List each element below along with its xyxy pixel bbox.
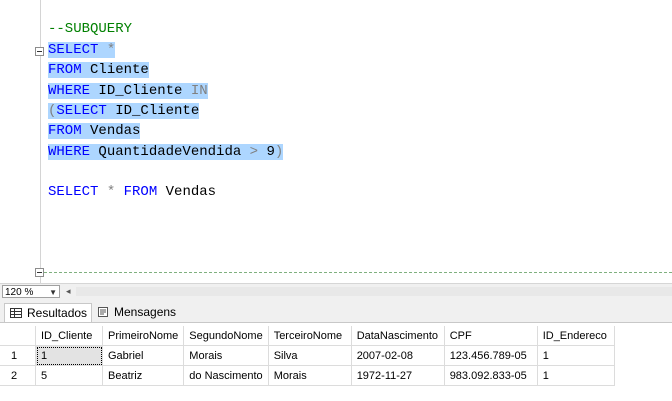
zoom-dropdown[interactable]: 120 % ▼ <box>2 285 60 298</box>
column-header[interactable]: TerceiroNome <box>267 326 352 346</box>
query-editor[interactable]: --SUBQUERY SELECT * FROM Cliente WHERE ID_C… <box>0 0 672 283</box>
code-token: 9 <box>266 144 275 160</box>
code-token: SELECT <box>48 42 107 58</box>
table-cell[interactable]: 983.092.833-05 <box>443 365 538 386</box>
code-token: * <box>106 184 124 200</box>
code-token: FROM <box>48 123 91 139</box>
horizontal-scrollbar[interactable] <box>76 287 672 296</box>
column-header[interactable]: ID_Endereco <box>536 326 615 346</box>
column-header[interactable]: PrimeiroNome <box>101 326 185 346</box>
collapse-icon[interactable] <box>35 268 44 277</box>
code-line[interactable]: SELECT * <box>48 41 116 60</box>
table-cell[interactable]: Morais <box>183 345 269 366</box>
corner-cell[interactable] <box>0 326 36 346</box>
code-token: QuantidadeVendida <box>98 144 250 160</box>
table-cell[interactable]: Silva <box>267 345 352 366</box>
code-line[interactable]: (SELECT ID_Cliente <box>48 102 200 121</box>
code-token: Vendas <box>90 123 141 139</box>
code-token: ID_Cliente <box>115 103 200 119</box>
code-token: ) <box>274 144 284 160</box>
row-number[interactable]: 1 <box>0 345 36 366</box>
editor-statusbar: 120 % ▼ ◂ <box>0 283 672 300</box>
code-line[interactable]: FROM Cliente <box>48 61 149 80</box>
table-row[interactable]: 2 5 Beatriz do Nascimento Morais 1972-11… <box>0 365 615 386</box>
results-grid: ID_Cliente PrimeiroNome SegundoNome Terc… <box>0 323 672 401</box>
code-line[interactable]: SELECT * FROM Vendas <box>48 183 216 202</box>
code-token: SELECT <box>48 184 107 200</box>
code-line[interactable]: WHERE ID_Cliente IN <box>48 82 208 101</box>
code-token: Vendas <box>165 184 217 200</box>
column-header[interactable]: DataNascimento <box>350 326 445 346</box>
tab-results-label: Resultados <box>27 306 88 320</box>
zoom-value: 120 % <box>5 287 34 298</box>
code-token: Cliente <box>90 62 149 78</box>
table-cell[interactable]: do Nascimento <box>183 365 269 386</box>
code-token: > <box>249 144 267 160</box>
table-cell[interactable]: 1 <box>536 365 615 386</box>
code-token: FROM <box>48 62 91 78</box>
tab-messages[interactable]: Mensagens <box>92 303 180 322</box>
table-cell[interactable]: 2007-02-08 <box>350 345 445 366</box>
code-token: SELECT <box>56 103 116 119</box>
table-cell[interactable]: Morais <box>267 365 352 386</box>
code-line[interactable]: --SUBQUERY <box>48 20 132 39</box>
column-header[interactable]: ID_Cliente <box>35 326 103 346</box>
selection-margin <box>0 0 34 283</box>
table-cell[interactable]: Gabriel <box>101 345 185 366</box>
grid-icon <box>10 308 22 318</box>
column-header[interactable]: CPF <box>443 326 538 346</box>
code-line[interactable]: FROM Vendas <box>48 122 141 141</box>
tab-results[interactable]: Resultados <box>4 303 92 322</box>
code-token: ID_Cliente <box>98 83 191 99</box>
code-token: * <box>106 42 116 58</box>
outline-guide <box>40 0 41 283</box>
messages-icon <box>98 307 108 317</box>
table-cell[interactable]: 1 <box>35 345 103 366</box>
tab-messages-label: Mensagens <box>114 305 177 319</box>
chevron-down-icon: ▼ <box>49 288 57 297</box>
scroll-left-icon[interactable]: ◂ <box>66 286 71 297</box>
row-number[interactable]: 2 <box>0 365 36 386</box>
table-row[interactable]: 1 1 Gabriel Morais Silva 2007-02-08 123.… <box>0 345 615 366</box>
table-header-row: ID_Cliente PrimeiroNome SegundoNome Terc… <box>0 326 615 346</box>
code-line[interactable]: WHERE QuantidadeVendida > 9) <box>48 143 284 162</box>
outline-dashed-divider <box>44 272 672 273</box>
code-token: WHERE <box>48 83 99 99</box>
table-cell[interactable]: Beatriz <box>101 365 185 386</box>
table-cell[interactable]: 1 <box>536 345 615 366</box>
code-token: --SUBQUERY <box>48 21 133 37</box>
column-header[interactable]: SegundoNome <box>183 326 269 346</box>
code-token: IN <box>190 83 208 99</box>
results-tabs: Resultados Mensagens <box>0 300 672 323</box>
code-token: WHERE <box>48 144 99 160</box>
table-cell[interactable]: 5 <box>35 365 103 386</box>
collapse-icon[interactable] <box>35 47 44 56</box>
table-cell[interactable]: 123.456.789-05 <box>443 345 538 366</box>
table-cell[interactable]: 1972-11-27 <box>350 365 445 386</box>
results-table: ID_Cliente PrimeiroNome SegundoNome Terc… <box>0 326 615 386</box>
code-token: FROM <box>123 184 166 200</box>
